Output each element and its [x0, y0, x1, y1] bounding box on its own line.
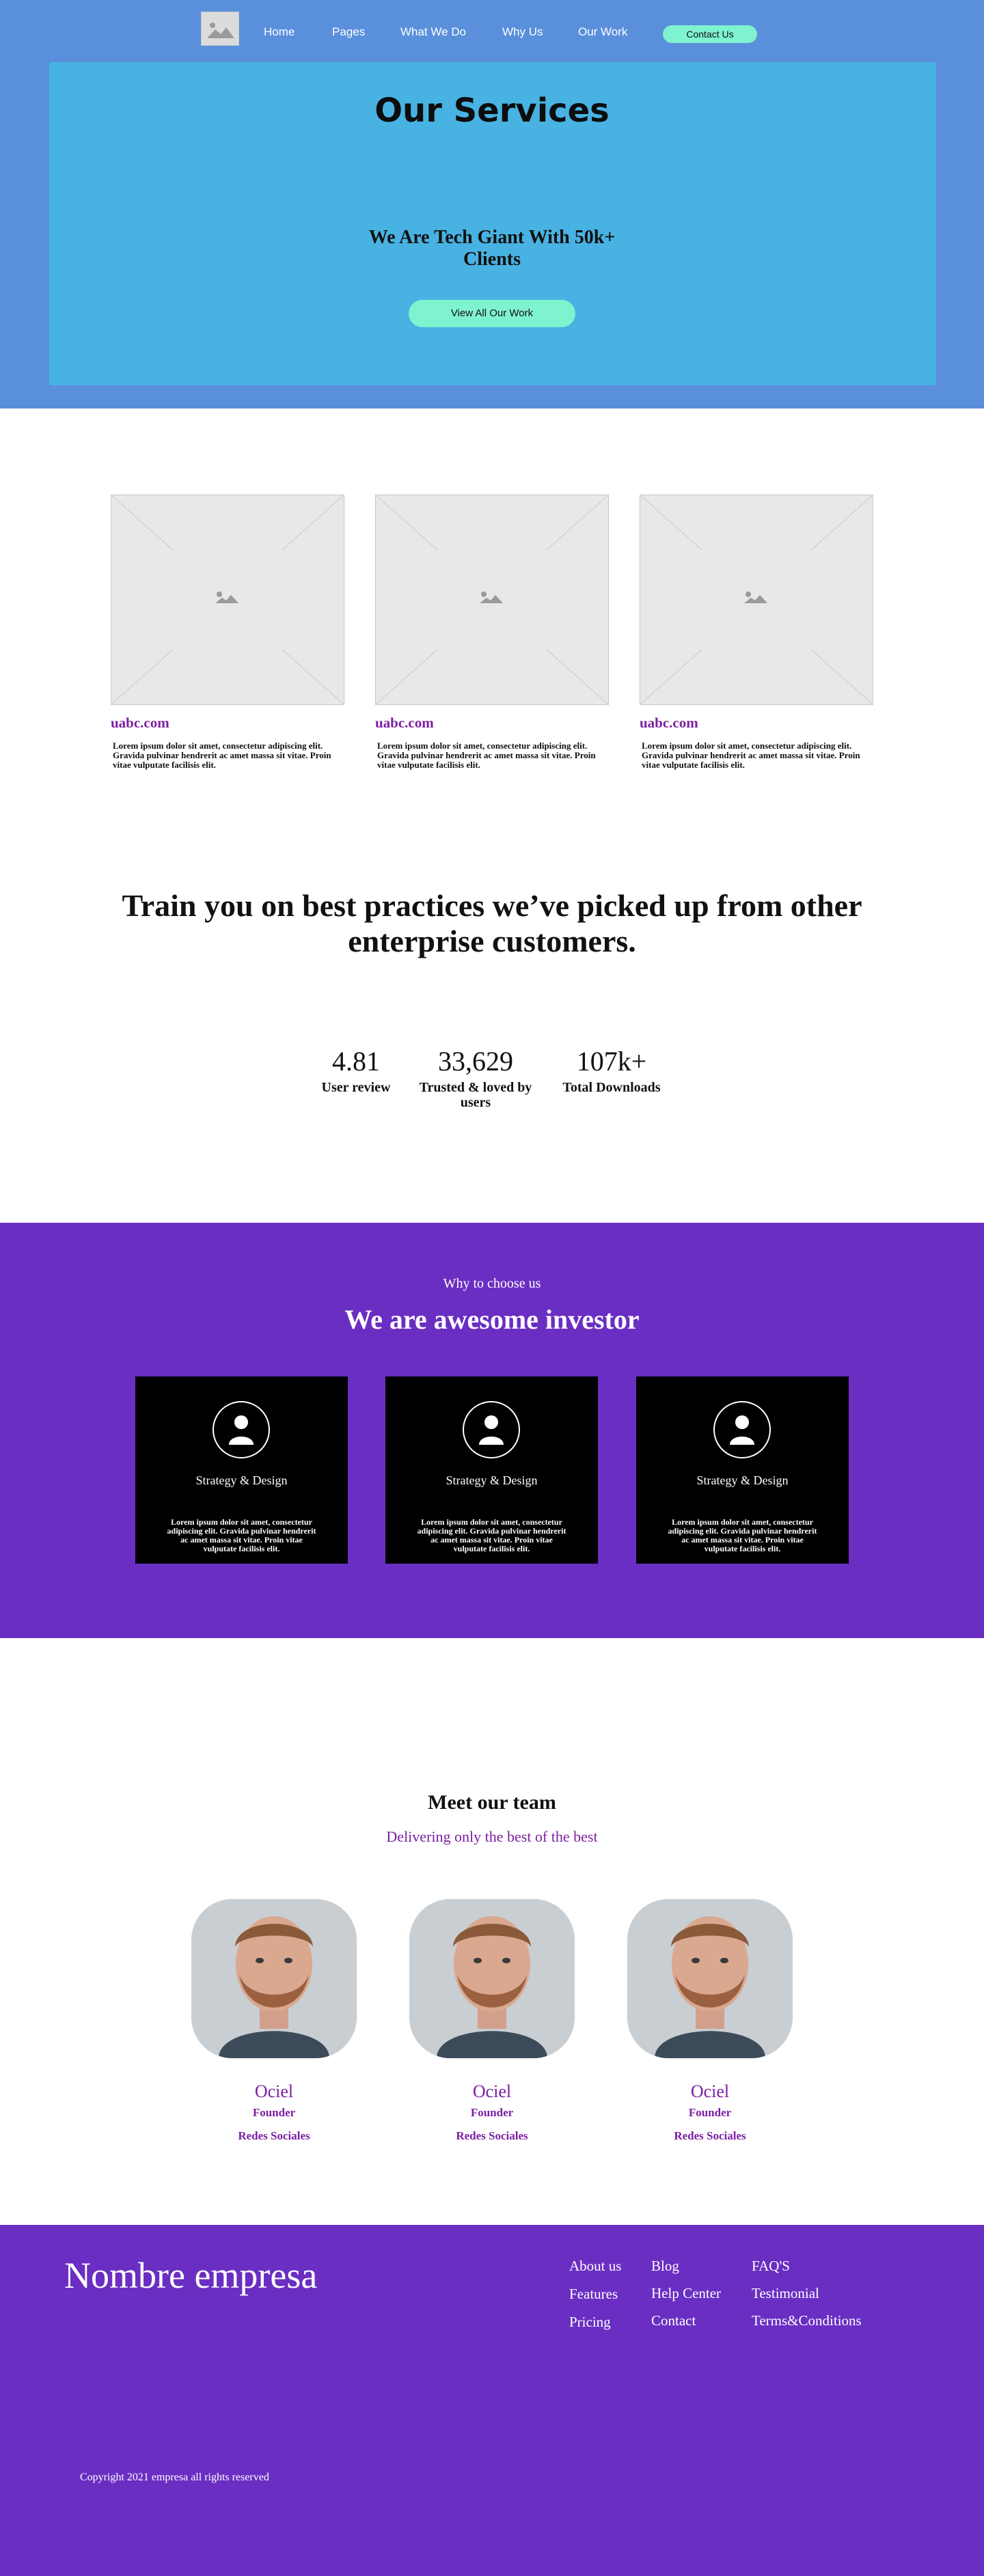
image-placeholder-icon [207, 23, 234, 38]
team-member: Ociel Founder Redes Sociales [191, 1899, 357, 2143]
image-icon [215, 592, 238, 603]
image-icon [480, 592, 503, 603]
member-name: Ociel [690, 2081, 730, 2101]
member-photo [409, 1899, 575, 2058]
section-eyebrow: Why to choose us [443, 1276, 541, 1291]
footer-link-features[interactable]: Features [569, 2286, 618, 2303]
image-icon [744, 592, 767, 603]
stat-value: 33,629 [438, 1046, 513, 1077]
stat-downloads: 107k+ Total Downloads [552, 1045, 671, 1095]
why-choose-us-section: Why to choose us We are awesome investor… [0, 1223, 984, 1638]
user-icon [213, 1401, 270, 1458]
stat-label: Total Downloads [562, 1080, 661, 1095]
copyright-text: Copyright 2021 empresa all rights reserv… [80, 2471, 269, 2483]
team-subheading: Delivering only the best of the best [386, 1828, 598, 1845]
feature-card: Strategy & Design Lorem ipsum dolor sit … [385, 1376, 598, 1564]
service-card: uabc.com Lorem ipsum dolor sit amet, con… [375, 495, 609, 770]
footer-link-blog[interactable]: Blog [651, 2258, 679, 2275]
footer-link-contact[interactable]: Contact [651, 2312, 696, 2329]
card-link[interactable]: uabc.com [375, 715, 609, 732]
feature-title: Strategy & Design [446, 1473, 538, 1487]
service-card: uabc.com Lorem ipsum dolor sit amet, con… [111, 495, 344, 770]
logo[interactable] [201, 12, 239, 46]
card-text: Lorem ipsum dolor sit amet, consectetur … [642, 740, 860, 770]
member-social-link[interactable]: Redes Sociales [191, 2129, 357, 2143]
card-link[interactable]: uabc.com [640, 715, 873, 732]
stat-label: Trusted & loved by users [419, 1080, 532, 1110]
team-member: Ociel Founder Redes Sociales [409, 1899, 575, 2143]
nav-link-why-us[interactable]: Why Us [502, 25, 543, 39]
member-name: Ociel [472, 2081, 512, 2101]
team-heading: Meet our team [428, 1791, 556, 1814]
member-social-link[interactable]: Redes Sociales [627, 2129, 793, 2143]
member-role: Founder [470, 2106, 514, 2119]
footer-link-faqs[interactable]: FAQ'S [752, 2258, 790, 2275]
member-photo [191, 1899, 357, 2058]
feature-card: Strategy & Design Lorem ipsum dolor sit … [636, 1376, 849, 1564]
member-name: Ociel [254, 2081, 294, 2101]
footer-link-testimonial[interactable]: Testimonial [752, 2285, 819, 2302]
footer: Nombre empresa About us Features Pricing… [0, 2225, 984, 2576]
nav-link-pages[interactable]: Pages [332, 25, 365, 39]
card-text: Lorem ipsum dolor sit amet, consectetur … [113, 740, 331, 770]
feature-text: Lorem ipsum dolor sit amet, consectetur … [417, 1517, 566, 1553]
card-image-placeholder [111, 495, 344, 705]
footer-brand: Nombre empresa [64, 2255, 318, 2296]
stat-label: User review [321, 1080, 391, 1095]
nav-link-our-work[interactable]: Our Work [578, 25, 627, 39]
hero-title: Our Services [374, 92, 610, 130]
hero-section: Home Pages What We Do Why Us Our Work Co… [0, 0, 984, 408]
card-link[interactable]: uabc.com [111, 715, 344, 732]
feature-title: Strategy & Design [195, 1473, 288, 1487]
stat-user-review: 4.81 User review [312, 1045, 400, 1095]
feature-text: Lorem ipsum dolor sit amet, consectetur … [167, 1517, 316, 1553]
card-image-placeholder [375, 495, 609, 705]
feature-card: Strategy & Design Lorem ipsum dolor sit … [135, 1376, 348, 1564]
feature-text: Lorem ipsum dolor sit amet, consectetur … [668, 1517, 817, 1553]
stat-trusted: 33,629 Trusted & loved by users [407, 1045, 544, 1110]
stat-value: 107k+ [576, 1046, 647, 1077]
nav-link-home[interactable]: Home [264, 25, 295, 39]
footer-link-terms[interactable]: Terms&Conditions [752, 2312, 862, 2329]
user-icon [463, 1401, 520, 1458]
footer-link-about[interactable]: About us [569, 2258, 621, 2275]
team-member: Ociel Founder Redes Sociales [627, 1899, 793, 2143]
member-photo [627, 1899, 793, 2058]
user-icon [713, 1401, 771, 1458]
card-text: Lorem ipsum dolor sit amet, consectetur … [377, 740, 596, 770]
stat-value: 4.81 [332, 1046, 380, 1077]
member-role: Founder [252, 2106, 296, 2119]
section-heading: We are awesome investor [344, 1304, 640, 1335]
feature-title: Strategy & Design [696, 1473, 789, 1487]
member-role: Founder [688, 2106, 732, 2119]
footer-link-pricing[interactable]: Pricing [569, 2314, 611, 2331]
member-social-link[interactable]: Redes Sociales [409, 2129, 575, 2143]
service-card: uabc.com Lorem ipsum dolor sit amet, con… [640, 495, 873, 770]
card-image-placeholder [640, 495, 873, 705]
top-nav: Home Pages What We Do Why Us Our Work Co… [0, 0, 984, 59]
view-all-work-button[interactable]: View All Our Work [409, 300, 575, 327]
train-heading: Train you on best practices we’ve picked… [122, 888, 862, 958]
contact-us-button[interactable]: Contact Us [663, 25, 757, 43]
hero-subtitle: We Are Tech Giant With 50k+ Clients [368, 227, 616, 270]
footer-link-help-center[interactable]: Help Center [651, 2285, 721, 2302]
nav-link-what-we-do[interactable]: What We Do [400, 25, 466, 39]
